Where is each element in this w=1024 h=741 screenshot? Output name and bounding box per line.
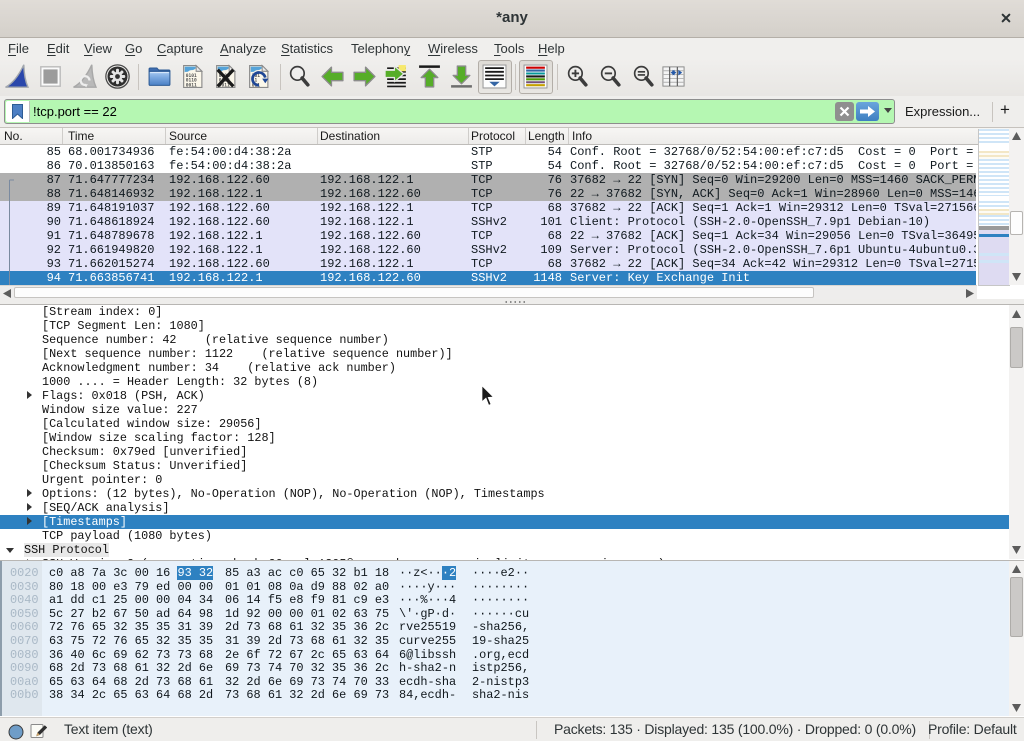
svg-text:0011: 0011: [186, 82, 197, 88]
